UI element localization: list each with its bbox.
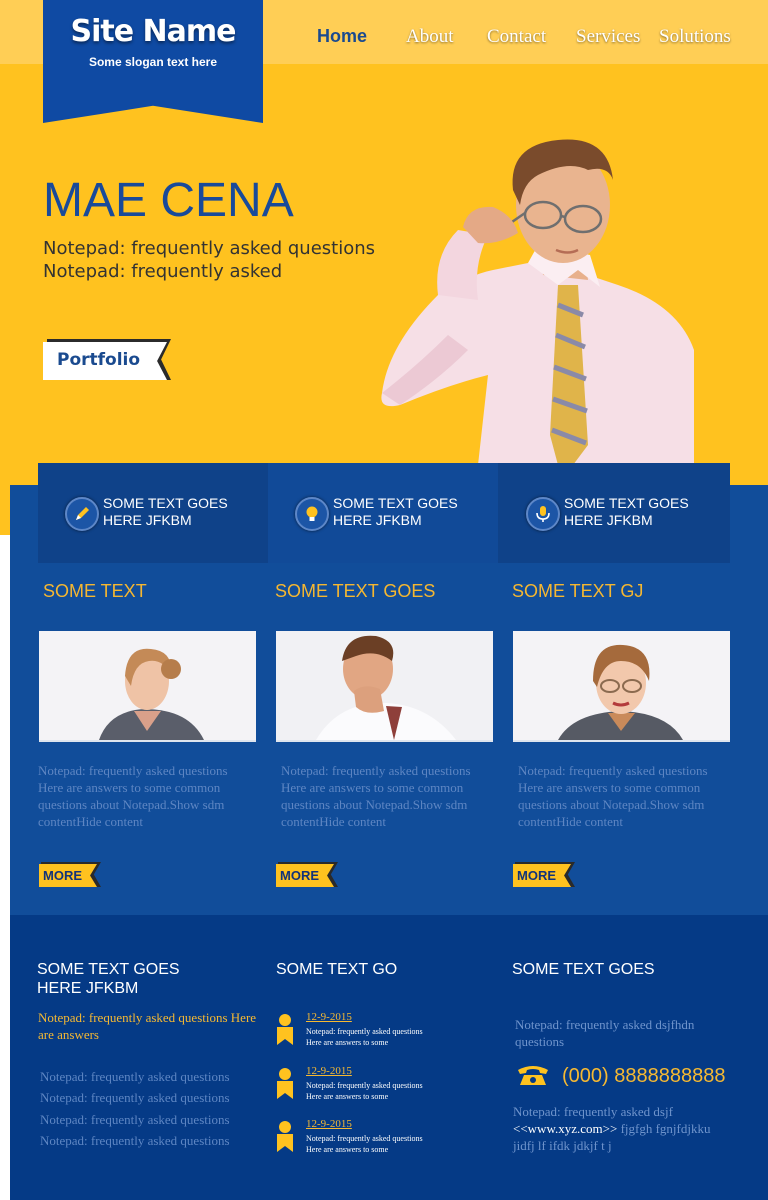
event-text: Notepad: frequently asked questions <box>306 1027 423 1036</box>
ribbon-icon <box>277 1068 293 1099</box>
ribbon-icon <box>277 1014 293 1045</box>
lightbulb-icon <box>295 497 329 531</box>
column-title-3: SOME TEXT GJ <box>512 581 644 601</box>
footer-title-3: SOME TEXT GOES <box>512 961 655 978</box>
footer-highlight[interactable]: Notepad: frequently asked questions Here… <box>38 1009 268 1043</box>
more-button-3[interactable]: MORE <box>513 864 571 887</box>
hero-subtitle-2: Notepad: frequently asked <box>43 261 283 282</box>
more-button-label: MORE <box>280 868 319 883</box>
nav-item-contact[interactable]: Contact <box>487 26 546 48</box>
column-text-2: Notepad: frequently asked questions Here… <box>281 763 471 829</box>
feature-item-2[interactable]: SOME TEXT GOES HERE JFKBM <box>268 463 498 563</box>
footer-title-1: SOME TEXT GOES HERE JFKBM <box>37 961 180 997</box>
feature-bar: SOME TEXT GOES HERE JFKBM SOME TEXT GOES… <box>38 463 730 563</box>
event-date[interactable]: 12-9-2015 <box>306 1065 352 1077</box>
event-text: Here are answers to some <box>306 1092 389 1101</box>
footer-note: Notepad: frequently asked dsjfhdn questi… <box>515 1017 695 1049</box>
event-item[interactable]: 12-9-2015 Notepad: frequently asked ques… <box>276 1065 476 1105</box>
photo-woman-glasses <box>513 631 730 742</box>
column-title-1: SOME TEXT <box>43 581 147 601</box>
main-nav: Home About Contact Services Solutions <box>0 26 768 50</box>
photo-woman-bun <box>39 631 256 742</box>
event-text: Notepad: frequently asked questions <box>306 1134 423 1143</box>
businessman-image <box>381 139 694 465</box>
photo-man-thinking <box>276 631 493 742</box>
event-item[interactable]: 12-9-2015 Notepad: frequently asked ques… <box>276 1118 476 1158</box>
feature-text: SOME TEXT GOES HERE JFKBM <box>103 495 228 528</box>
footer-contact: Notepad: frequently asked dsjf <<www.xyz… <box>513 1103 733 1154</box>
site-logo[interactable]: Site Name Some slogan text here <box>43 0 263 123</box>
feature-item-1[interactable]: SOME TEXT GOES HERE JFKBM <box>38 463 268 563</box>
more-button-1[interactable]: MORE <box>39 864 97 887</box>
footer-link[interactable]: Notepad: frequently asked questions <box>40 1133 230 1149</box>
column-title-2: SOME TEXT GOES <box>275 581 436 601</box>
event-date[interactable]: 12-9-2015 <box>306 1011 352 1023</box>
more-button-label: MORE <box>517 868 556 883</box>
footer-title-2: SOME TEXT GO <box>276 961 398 978</box>
portfolio-button-label: Portfolio <box>57 350 141 370</box>
nav-item-solutions[interactable]: Solutions <box>659 26 731 48</box>
telephone-icon <box>518 1066 548 1085</box>
footer-link[interactable]: Notepad: frequently asked questions <box>40 1069 230 1085</box>
ribbon-icon <box>277 1121 293 1152</box>
column-text-1: Notepad: frequently asked questions Here… <box>38 763 228 829</box>
microphone-icon <box>526 497 560 531</box>
pencil-icon <box>65 497 99 531</box>
nav-item-about[interactable]: About <box>406 26 454 48</box>
phone-number[interactable]: (000) 8888888888 <box>562 1065 725 1088</box>
contact-text: Notepad: frequently asked dsjf <box>513 1104 673 1119</box>
feature-item-3[interactable]: SOME TEXT GOES HERE JFKBM <box>499 463 729 563</box>
footer-link[interactable]: Notepad: frequently asked questions <box>40 1112 230 1128</box>
more-button-2[interactable]: MORE <box>276 864 334 887</box>
hero-subtitle-1: Notepad: frequently asked questions <box>43 238 375 259</box>
portfolio-button[interactable]: Portfolio <box>43 342 167 380</box>
footer-link[interactable]: Notepad: frequently asked questions <box>40 1090 230 1106</box>
event-text: Here are answers to some <box>306 1145 389 1154</box>
hero-heading: MAE CENA <box>43 174 294 227</box>
event-text: Notepad: frequently asked questions <box>306 1081 423 1090</box>
column-text-3: Notepad: frequently asked questions Here… <box>518 763 708 829</box>
feature-text: SOME TEXT GOES HERE JFKBM <box>564 495 689 528</box>
more-button-label: MORE <box>43 868 82 883</box>
feature-text: SOME TEXT GOES HERE JFKBM <box>333 495 458 528</box>
event-date[interactable]: 12-9-2015 <box>306 1118 352 1130</box>
website-link[interactable]: <<www.xyz.com>> <box>513 1121 617 1136</box>
site-slogan: Some slogan text here <box>88 55 218 69</box>
nav-item-services[interactable]: Services <box>576 26 640 48</box>
event-item[interactable]: 12-9-2015 Notepad: frequently asked ques… <box>276 1011 476 1051</box>
nav-item-home[interactable]: Home <box>317 26 367 47</box>
event-text: Here are answers to some <box>306 1038 389 1047</box>
